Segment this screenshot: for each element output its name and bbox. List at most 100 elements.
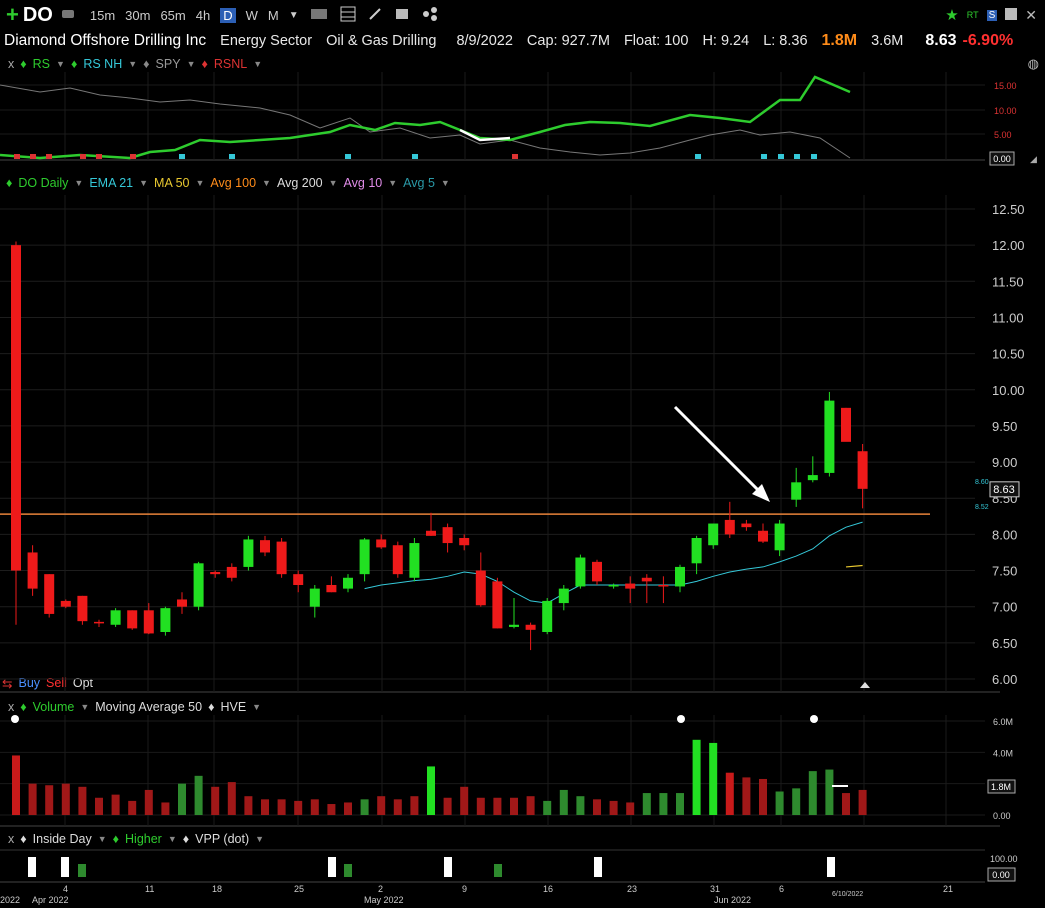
inside-day-bar	[61, 857, 69, 877]
volume-bar	[294, 800, 303, 815]
price-tick-label: 8.00	[992, 527, 1017, 542]
volume-bar	[178, 783, 186, 815]
candle-body	[160, 608, 171, 632]
volume-bar	[825, 769, 834, 815]
candle-body	[807, 475, 818, 481]
price-tick-label: 10.00	[992, 383, 1025, 398]
volume-bar	[78, 786, 87, 815]
rs-tick-label: 5.00	[994, 130, 1012, 140]
scroll-up-icon[interactable]	[860, 682, 870, 688]
pattern-bars	[28, 857, 835, 877]
volume-bar	[111, 794, 120, 815]
candle-body	[774, 523, 785, 551]
pattern-tick-100: 100.00	[990, 854, 1018, 864]
rs-marker	[695, 154, 701, 159]
price-axis: 12.50 12.00 11.50 11.00 10.50 10.00 9.50 9.00 8.…	[992, 202, 1025, 687]
volume-bar	[808, 771, 817, 815]
date-label-jun-2022: Jun 2022	[714, 895, 751, 905]
candle-body	[11, 245, 21, 571]
date-axis: 2022 Apr 2022 4 11 18 25 May 2022 2 9 16…	[0, 881, 985, 905]
volume-bar	[858, 789, 867, 815]
rs-marker	[761, 154, 767, 159]
volume-bar	[211, 786, 220, 815]
rs-marker	[179, 154, 185, 159]
candle-body	[857, 451, 868, 489]
volume-bar	[460, 786, 469, 815]
rs-marker	[229, 154, 235, 159]
price-panel: 12.50 12.00 11.50 11.00 10.50 10.00 9.50 9.00 8.…	[0, 195, 1025, 693]
rs-marker	[130, 154, 136, 159]
rs-marker	[14, 154, 20, 159]
date-label-2022: 2022	[0, 895, 20, 905]
candles	[11, 241, 868, 651]
price-tick-label: 12.50	[992, 202, 1025, 217]
volume-bar	[393, 799, 402, 815]
rs-marker	[794, 154, 800, 159]
hve-dot-1	[11, 715, 19, 723]
volume-bar	[244, 796, 253, 815]
volume-tick-label: 6.0M	[993, 717, 1013, 727]
volume-bar	[95, 797, 103, 815]
candle-body	[243, 539, 254, 567]
volume-bar	[144, 789, 153, 815]
candle-body	[210, 571, 221, 575]
candle-body	[608, 585, 619, 587]
volume-panel: 6.0M4.0M2.0M0.00 1.8M	[0, 715, 1016, 827]
price-tick-label: 6.00	[992, 672, 1017, 687]
volume-bar	[161, 802, 170, 815]
candle-body	[226, 566, 237, 578]
volume-bar	[792, 788, 801, 815]
volume-tick-label: 0.00	[993, 811, 1011, 821]
candle-body	[525, 624, 536, 630]
candle-body	[376, 539, 387, 548]
candle-body	[724, 519, 735, 535]
candle-body	[658, 585, 669, 587]
date-label-6-10-2022: 6/10/2022	[832, 891, 863, 898]
price-tick-label: 11.50	[992, 274, 1024, 289]
higher-bar	[78, 864, 86, 877]
candle-body	[326, 585, 337, 593]
inside-day-bar	[444, 857, 452, 877]
rs-marker	[96, 154, 102, 159]
date-label-apr-11: 11	[145, 884, 154, 894]
candle-body	[841, 407, 851, 442]
candle-body	[575, 557, 586, 587]
candle-body	[392, 545, 403, 575]
candle-body	[127, 610, 138, 629]
candle-body	[359, 539, 370, 575]
volume-bar	[576, 796, 585, 815]
volume-bar	[227, 782, 236, 815]
candle-body	[309, 588, 320, 607]
rs-marker	[345, 154, 351, 159]
volume-axis: 6.0M4.0M2.0M0.00	[993, 717, 1013, 821]
rs-marker	[512, 154, 518, 159]
volume-bar	[510, 797, 518, 815]
chart-canvas[interactable]: 15.00 10.00 5.00 0.00 ◢ 12.50 12.00 11.50 11.…	[0, 0, 1045, 908]
candle-body	[143, 610, 154, 634]
date-label-may-23: 23	[627, 884, 637, 894]
candle-body	[260, 540, 270, 553]
volume-bar	[377, 796, 386, 815]
rs-scale-icon[interactable]: ◢	[1030, 154, 1037, 164]
volume-bar	[45, 785, 54, 815]
date-label-may-31: 31	[710, 884, 720, 894]
price-tick-label: 9.00	[992, 455, 1017, 470]
volume-bar	[427, 766, 435, 815]
volume-bar	[593, 799, 601, 815]
candle-body	[492, 581, 503, 629]
date-label-may-16: 16	[543, 884, 553, 894]
candle-body	[691, 538, 702, 564]
higher-bar	[344, 864, 352, 877]
volume-bar	[559, 789, 568, 815]
volume-tick-label: 4.0M	[993, 748, 1013, 758]
volume-bar	[310, 799, 319, 815]
date-label-apr-25: 25	[294, 884, 304, 894]
volume-bar	[759, 778, 767, 815]
rs-marker	[30, 154, 36, 159]
volume-bar	[775, 791, 784, 815]
volume-bar	[659, 793, 668, 815]
rs-panel: 15.00 10.00 5.00 0.00 ◢	[0, 72, 1037, 166]
candle-body	[641, 577, 652, 582]
date-label-apr-2022: Apr 2022	[32, 895, 69, 905]
current-price-label: 8.63	[993, 484, 1014, 496]
